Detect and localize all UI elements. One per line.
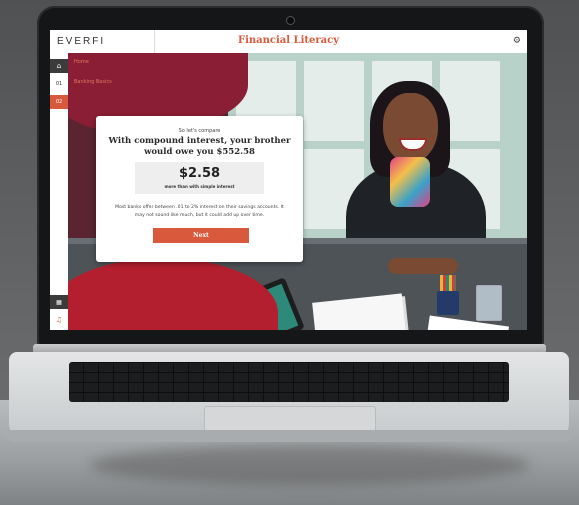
amount-caption: more than with simple interest	[164, 184, 235, 189]
camera-icon	[286, 16, 295, 25]
card-body: Most banks offer between .01 to 2% inter…	[115, 205, 284, 218]
keyboard	[69, 362, 509, 402]
side-nav: ⌂ 01 02 ▦ ♫	[50, 53, 69, 330]
amount-box: $2.58 more than with simple interest	[135, 162, 264, 194]
gear-icon[interactable]: ⚙	[513, 36, 521, 46]
breadcrumb-home[interactable]: Home	[74, 59, 89, 65]
window-pane	[304, 61, 364, 141]
card-headline: With compound interest, your brother wou…	[108, 136, 291, 157]
banker-face	[383, 93, 438, 163]
comparison-card: So let's compare With compound interest,…	[96, 116, 303, 262]
card-kicker: So let's compare	[178, 128, 221, 134]
music-icon[interactable]: ♫	[50, 313, 68, 327]
calculator-icon[interactable]: ▦	[50, 295, 68, 309]
laptop-base	[9, 352, 569, 440]
breadcrumb-current[interactable]: Banking Basics	[74, 79, 112, 85]
laptop-base-edge	[4, 430, 575, 442]
nav-item-01[interactable]: 01	[50, 77, 68, 91]
banker-scarf	[390, 157, 430, 207]
home-icon[interactable]: ⌂	[50, 59, 68, 73]
app-title: Financial Literacy	[237, 35, 340, 46]
next-button[interactable]: Next	[153, 228, 249, 243]
laptop-shadow	[90, 445, 530, 485]
water-glass	[476, 285, 502, 321]
amount-value: $2.58	[178, 166, 221, 181]
nav-item-02[interactable]: 02	[50, 95, 68, 109]
banker-hands	[388, 258, 458, 274]
app-header: EVERFI Financial Literacy ⚙	[50, 30, 527, 54]
pencil-cup	[437, 291, 459, 315]
